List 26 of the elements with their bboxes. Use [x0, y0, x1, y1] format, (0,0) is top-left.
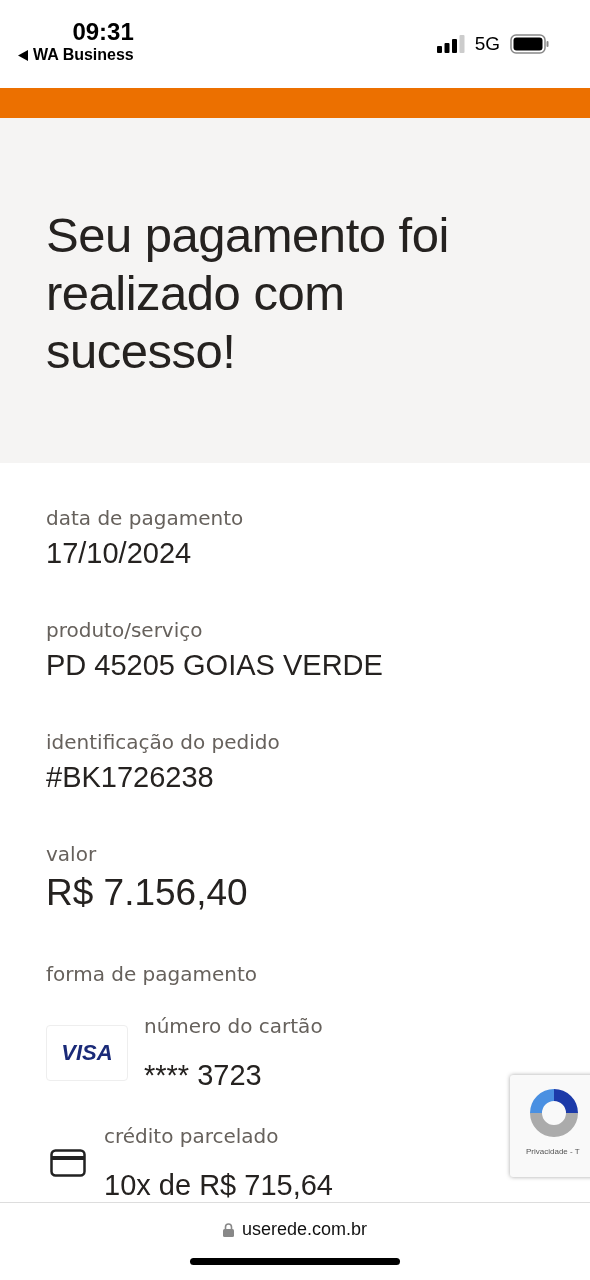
credit-card-icon [50, 1149, 86, 1177]
field-label: valor [46, 841, 98, 867]
field-value: 17/10/2024 [46, 536, 193, 571]
battery-icon [510, 34, 550, 54]
url-text[interactable]: userede.com.br [241, 1219, 368, 1240]
lock-icon [222, 1222, 234, 1237]
card-brand: VISA [61, 1040, 113, 1066]
field-label: número do cartão [144, 1013, 323, 1039]
signal-icon [436, 35, 465, 53]
field-label: identificação do pedido [46, 729, 281, 755]
field-value: R$ 7.156,40 [46, 871, 249, 915]
field-value: PD 45205 GOIAS VERDE [46, 648, 384, 683]
installment-value: 10x de R$ 715,64 [104, 1168, 333, 1202]
field-label: produto/serviço [46, 617, 204, 643]
field-label: data de pagamento [46, 505, 245, 531]
back-triangle-icon[interactable] [18, 49, 28, 61]
card-number: **** 3723 [144, 1058, 263, 1093]
success-heading: Seu pagamento foi realizado com sucesso! [46, 207, 450, 380]
network-label: 5G [474, 33, 500, 55]
clock-time: 09:31 [72, 18, 134, 46]
privacy-text[interactable]: Privacidade - T [526, 1147, 580, 1156]
back-app-label[interactable]: WA Business [33, 46, 134, 64]
field-value: #BK1726238 [46, 760, 215, 795]
recaptcha-badge[interactable]: Privacidade - T [510, 1075, 590, 1177]
field-label: crédito parcelado [104, 1123, 280, 1149]
section-label: forma de pagamento [46, 961, 259, 987]
